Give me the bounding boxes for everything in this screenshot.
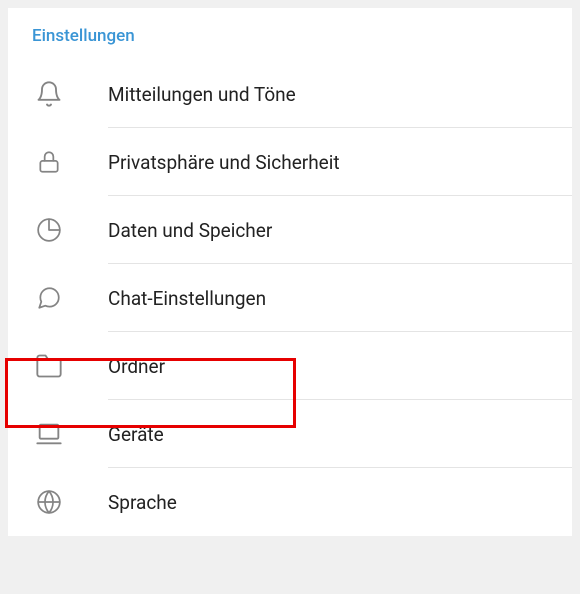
settings-section-header[interactable]: Einstellungen: [8, 8, 572, 60]
globe-icon: [32, 485, 66, 519]
item-language[interactable]: Sprache: [8, 468, 572, 536]
item-chat-settings[interactable]: Chat-Einstellungen: [8, 264, 572, 332]
item-devices[interactable]: Geräte: [8, 400, 572, 468]
bell-icon: [32, 77, 66, 111]
item-privacy[interactable]: Privatsphäre und Sicherheit: [8, 128, 572, 196]
pie-icon: [32, 213, 66, 247]
item-label: Chat-Einstellungen: [108, 287, 266, 310]
folder-icon: [32, 349, 66, 383]
item-label: Geräte: [108, 423, 164, 446]
item-label: Daten und Speicher: [108, 219, 272, 242]
item-label: Sprache: [108, 491, 177, 514]
chat-icon: [32, 281, 66, 315]
laptop-icon: [32, 417, 66, 451]
item-data-storage[interactable]: Daten und Speicher: [8, 196, 572, 264]
item-label: Mitteilungen und Töne: [108, 83, 296, 106]
item-label: Privatsphäre und Sicherheit: [108, 151, 340, 174]
item-folders[interactable]: Ordner: [8, 332, 572, 400]
lock-icon: [32, 145, 66, 179]
item-notifications[interactable]: Mitteilungen und Töne: [8, 60, 572, 128]
settings-list: Mitteilungen und Töne Privatsphäre und S…: [8, 60, 572, 536]
item-label: Ordner: [108, 355, 165, 378]
